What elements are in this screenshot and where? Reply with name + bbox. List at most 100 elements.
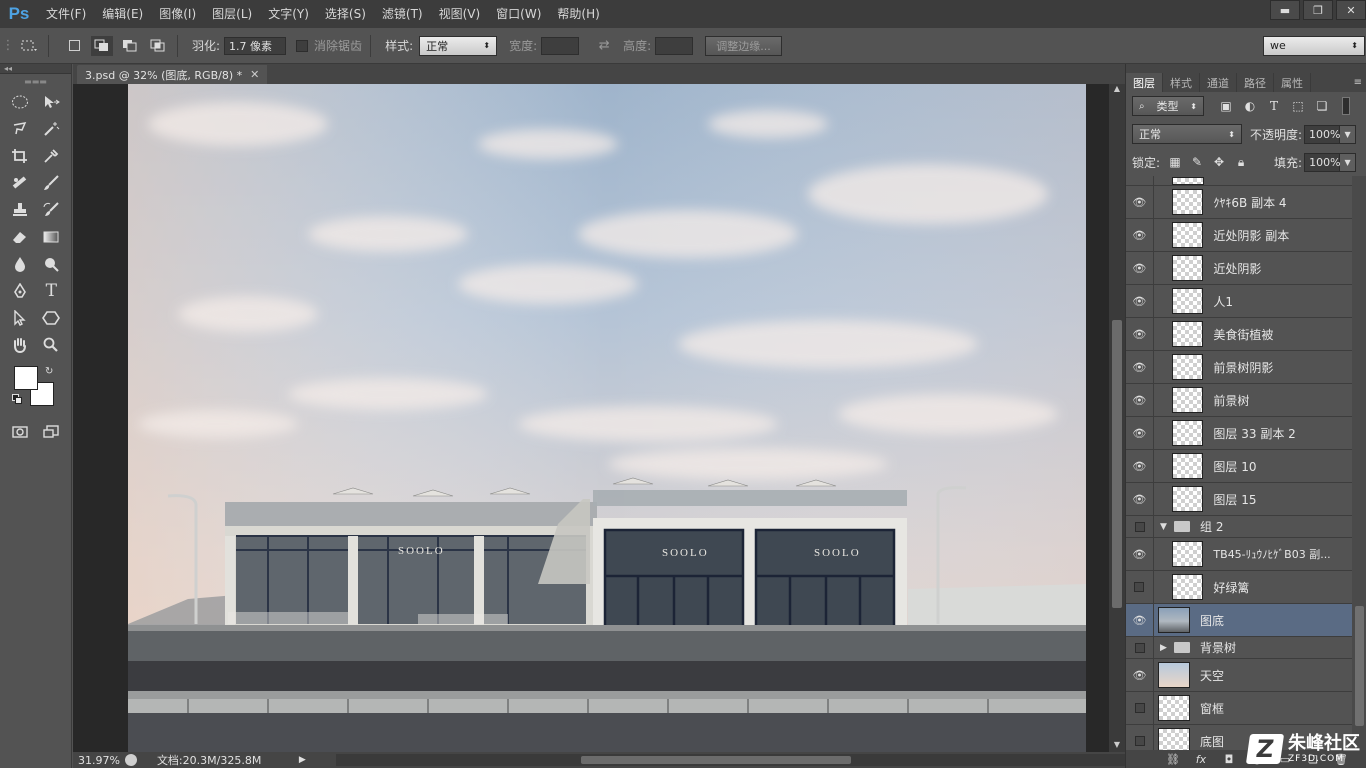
layer-kind-filter[interactable]: ⌕ 类型 ⬍ — [1132, 96, 1204, 116]
type-tool-icon[interactable]: T — [40, 279, 64, 303]
eye-icon[interactable]: 👁︎ — [1126, 219, 1154, 251]
feather-input[interactable]: 1.7 像素 — [224, 36, 287, 55]
add-selection-icon[interactable] — [91, 35, 113, 56]
lock-transparent-pixels-icon[interactable]: ▦ — [1168, 155, 1182, 169]
layer-row[interactable]: 👁︎ 前景树 — [1126, 384, 1352, 417]
new-selection-icon[interactable] — [63, 36, 85, 56]
layer-style-fx-icon[interactable]: fx — [1194, 753, 1208, 766]
pen-icon[interactable] — [8, 279, 32, 303]
tab-styles[interactable]: 样式 — [1163, 73, 1200, 92]
menu-help[interactable]: 帮助(H) — [549, 0, 607, 28]
menu-select[interactable]: 选择(S) — [317, 0, 374, 28]
blur-icon[interactable] — [8, 252, 32, 276]
minimize-button[interactable]: ▬ — [1270, 0, 1300, 20]
close-button[interactable]: ✕ — [1336, 0, 1366, 20]
layer-row[interactable]: 👁︎ ｸﾔｷ6B 副本 4 — [1126, 186, 1352, 219]
visibility-toggle[interactable] — [1126, 571, 1154, 603]
clone-stamp-icon[interactable] — [8, 198, 32, 222]
layer-row-selected[interactable]: 👁︎ 图底 — [1126, 604, 1352, 637]
layer-row[interactable]: 👁︎ 图层 15 — [1126, 483, 1352, 516]
eye-icon[interactable]: 👁︎ — [1126, 252, 1154, 284]
tab-properties[interactable]: 属性 — [1274, 73, 1311, 92]
expand-caret-right-icon[interactable]: ▶ — [1160, 643, 1170, 653]
eye-icon[interactable]: 👁︎ — [1126, 604, 1154, 636]
shape-filter-icon[interactable]: ⬚ — [1290, 98, 1306, 114]
eye-icon[interactable]: 👁︎ — [1126, 384, 1154, 416]
lock-image-pixels-icon[interactable]: ✎ — [1190, 155, 1204, 169]
brush-icon[interactable] — [40, 171, 64, 195]
panel-menu-icon[interactable]: ≡ — [1354, 73, 1362, 92]
visibility-toggle[interactable] — [1126, 725, 1154, 750]
lock-position-icon[interactable]: ✥ — [1212, 155, 1226, 169]
eye-icon[interactable]: 👁︎ — [1126, 538, 1154, 570]
expand-caret-down-icon[interactable]: ▼ — [1160, 522, 1170, 532]
menu-window[interactable]: 窗口(W) — [488, 0, 549, 28]
layer-row[interactable]: 👁︎ 图层 10 — [1126, 450, 1352, 483]
foreground-color-swatch[interactable] — [14, 366, 38, 390]
status-info-icon[interactable] — [124, 754, 137, 766]
menu-type[interactable]: 文字(Y) — [260, 0, 317, 28]
menu-layer[interactable]: 图层(L) — [204, 0, 260, 28]
collapse-arrows-icon[interactable]: ◂◂ — [0, 64, 71, 74]
antialias-checkbox[interactable] — [296, 39, 309, 52]
workspace-select[interactable]: we ⬍ — [1263, 35, 1365, 56]
layer-row-partial[interactable] — [1126, 176, 1352, 186]
layer-row[interactable]: 窗框 — [1126, 692, 1352, 725]
layer-row[interactable]: 👁︎ 近处阴影 副本 — [1126, 219, 1352, 252]
eye-icon[interactable]: 👁︎ — [1126, 659, 1154, 691]
eraser-icon[interactable] — [8, 225, 32, 249]
adjustment-filter-icon[interactable]: ◐ — [1242, 98, 1258, 114]
menu-edit[interactable]: 编辑(E) — [94, 0, 151, 28]
visibility-toggle[interactable] — [1126, 692, 1154, 724]
menu-image[interactable]: 图像(I) — [151, 0, 204, 28]
intersect-selection-icon[interactable] — [147, 36, 169, 56]
layers-scroll-thumb[interactable] — [1355, 606, 1364, 726]
menu-view[interactable]: 视图(V) — [431, 0, 489, 28]
eyedropper-icon[interactable] — [40, 144, 64, 168]
restore-button[interactable]: ❐ — [1303, 0, 1333, 20]
dodge-icon[interactable] — [40, 252, 64, 276]
layer-row[interactable]: 👁︎ TB45-ﾘｭｳﾉﾋｹﾞB03 副... — [1126, 538, 1352, 571]
healing-brush-icon[interactable] — [8, 171, 32, 195]
scroll-down-arrow-icon[interactable]: ▼ — [1109, 740, 1125, 752]
quick-mask-icon[interactable] — [8, 420, 32, 444]
visibility-toggle[interactable] — [1126, 637, 1154, 658]
marquee-preset-icon[interactable] — [18, 36, 40, 56]
zoom-tool-icon[interactable] — [40, 333, 64, 357]
shape-tool-icon[interactable] — [40, 306, 64, 330]
document-canvas[interactable]: SOOLO SOOLO SOOLO — [128, 84, 1086, 752]
opacity-input[interactable]: 100% — [1304, 124, 1341, 144]
layer-row[interactable]: 👁︎ 图层 33 副本 2 — [1126, 417, 1352, 450]
eye-icon[interactable]: 👁︎ — [1126, 351, 1154, 383]
gradient-icon[interactable] — [40, 225, 64, 249]
vertical-scroll-thumb[interactable] — [1112, 320, 1122, 608]
layer-row[interactable]: 好绿篱 — [1126, 571, 1352, 604]
swap-icon[interactable]: ⇄ — [593, 36, 615, 56]
fill-dropdown-icon[interactable]: ▼ — [1340, 152, 1357, 172]
scroll-up-arrow-icon[interactable]: ▲ — [1109, 84, 1125, 96]
magic-wand-icon[interactable] — [40, 117, 64, 141]
elliptical-marquee-icon[interactable] — [8, 90, 32, 114]
default-colors-icon[interactable] — [12, 394, 22, 404]
crop-icon[interactable] — [8, 144, 32, 168]
zoom-level[interactable]: 31.97% — [73, 754, 123, 767]
lock-all-icon[interactable]: 🔒︎ — [1234, 155, 1248, 169]
history-brush-icon[interactable] — [40, 198, 64, 222]
layer-row[interactable]: 👁︎ 前景树阴影 — [1126, 351, 1352, 384]
link-layers-icon[interactable]: ⛓ — [1166, 753, 1180, 766]
status-menu-arrow-icon[interactable]: ▶ — [299, 755, 306, 765]
height-input[interactable] — [655, 36, 694, 55]
path-selection-icon[interactable] — [8, 306, 32, 330]
tab-channels[interactable]: 通道 — [1200, 73, 1237, 92]
layer-row[interactable]: 👁︎ 天空 — [1126, 659, 1352, 692]
layer-row[interactable]: 👁︎ 美食街植被 — [1126, 318, 1352, 351]
opacity-dropdown-icon[interactable]: ▼ — [1340, 124, 1357, 144]
menu-filter[interactable]: 滤镜(T) — [374, 0, 431, 28]
style-select[interactable]: 正常 ⬍ — [419, 35, 498, 56]
hand-tool-icon[interactable] — [8, 333, 32, 357]
horizontal-scroll-thumb[interactable] — [580, 756, 851, 764]
close-tab-icon[interactable]: ✕ — [250, 68, 259, 81]
canvas-vertical-scrollbar[interactable]: ▲ ▼ — [1109, 84, 1125, 752]
menu-file[interactable]: 文件(F) — [38, 0, 94, 28]
fill-input[interactable]: 100% — [1304, 152, 1341, 172]
